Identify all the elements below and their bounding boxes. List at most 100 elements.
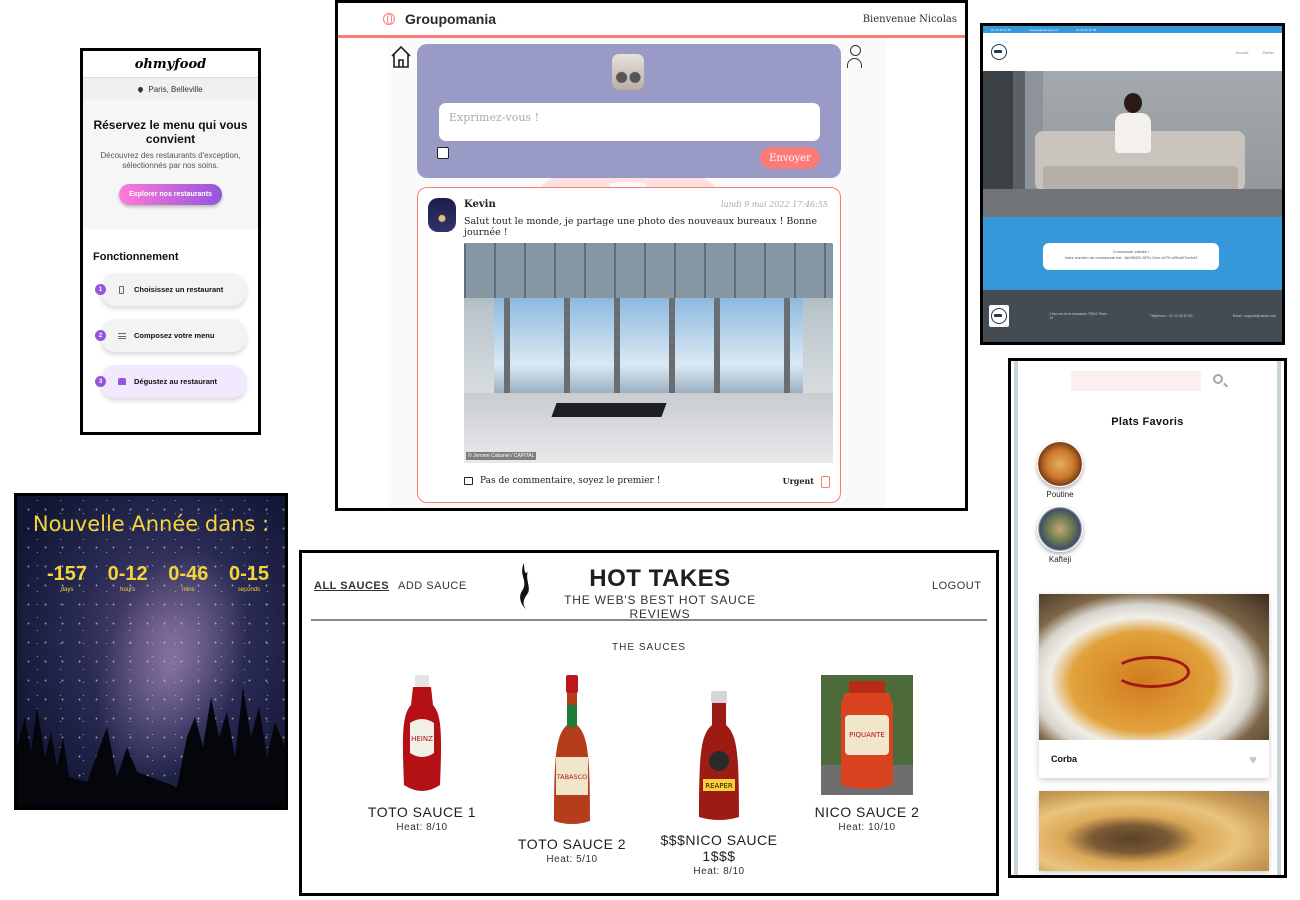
post-card: Kevin lundi 9 mai 2022 17:46:55 Salut to… (417, 187, 841, 503)
brand[interactable]: Groupomania (383, 11, 496, 27)
hours-value: 0-12 (107, 563, 148, 585)
comments-text[interactable]: Pas de commentaire, soyez le premier ! (480, 476, 660, 486)
sauce-card[interactable]: HEINZ TOTO SAUCE 1 Heat: 8/10 (362, 675, 482, 833)
footer: Cinq rue de la chaussée 75010 Paris 10 T… (983, 290, 1282, 342)
sauce-card[interactable]: PIQUANTE NICO SAUCE 2 Heat: 10/10 (802, 675, 932, 833)
favorite-item[interactable]: Kafteji (1035, 506, 1085, 564)
countdown-mins: 0-46 mins (160, 563, 216, 593)
explore-button[interactable]: Explorer nos restaurants (119, 184, 222, 205)
sauce-heat: Heat: 8/10 (693, 866, 745, 877)
footer-address: Cinq rue de la chaussée 75010 Paris 10 (1049, 312, 1107, 320)
post-photo: © Jerome Cabanel / CAPITAL (464, 243, 833, 463)
post-text: Salut tout le monde, je partage une phot… (464, 216, 817, 238)
dish-card[interactable] (1039, 791, 1269, 871)
list-icon (117, 332, 126, 339)
favorite-name: Kafteji (1048, 555, 1072, 564)
countdown-days: -157 days (39, 563, 95, 593)
sauce-name: $$$NICO SAUCE 1$$$ (660, 832, 778, 864)
step-number: 3 (95, 376, 106, 387)
step-label: Composez votre menu (134, 331, 215, 340)
seconds-value: 0-15 (228, 563, 269, 585)
countdown-units: -157 days 0-12 hours 0-46 mins 0-15 seco… (39, 563, 277, 593)
countdown-panel: Nouvelle Année dans : -157 days 0-12 hou… (14, 493, 288, 810)
post-input[interactable]: Exprimez-vous ! (439, 103, 820, 141)
sauce-card[interactable]: REAPER $$$NICO SAUCE 1$$$ Heat: 8/10 (654, 691, 784, 877)
days-label: days (60, 587, 74, 593)
footer-logo (989, 305, 1009, 327)
nav-links: Accueil Panier (1236, 50, 1274, 55)
mins-value: 0-46 (168, 563, 209, 585)
footer-phone: Téléphone : 01 23 45 67 89 (1149, 314, 1193, 318)
hours-label: hours (120, 587, 136, 593)
author-avatar (428, 198, 456, 232)
ohmyfood-panel: ohmyfood Paris, Belleville Réservez le m… (80, 48, 261, 435)
photo-credit: © Jerome Cabanel / CAPITAL (466, 452, 537, 460)
page-title: HOT TAKES (589, 565, 731, 592)
flame-logo-icon (520, 563, 529, 609)
seconds-label: seconds (237, 587, 261, 593)
step-number: 2 (95, 330, 106, 341)
globe-icon (383, 13, 395, 25)
nav-add-sauce[interactable]: ADD SAUCE (398, 580, 467, 592)
site-logo[interactable] (991, 44, 1007, 60)
search-icon[interactable] (1213, 374, 1223, 384)
sauce-name: TOTO SAUCE 2 (517, 836, 627, 852)
order-number: Votre numéro de commande est : 8e2f8420-… (1064, 255, 1198, 260)
send-button[interactable]: Envoyer (760, 147, 820, 169)
nav-all-sauces[interactable]: ALL SAUCES (314, 580, 389, 592)
step-card[interactable]: 1 Choisissez un restaurant (95, 273, 246, 306)
urgent-label: Urgent (782, 476, 814, 486)
sauce-heat: Heat: 5/10 (546, 854, 598, 865)
dish-card-footer: Corba ♥ (1039, 740, 1269, 778)
urgent-checkbox[interactable] (821, 476, 830, 488)
mins-label: mins (181, 587, 195, 593)
ohmyfood-logo[interactable]: ohmyfood (83, 51, 258, 78)
favorite-item[interactable]: Poutine (1035, 441, 1085, 499)
sauce-image: REAPER (699, 691, 739, 820)
sauce-heat: Heat: 10/10 (838, 822, 896, 833)
hero-title: Réservez le menu qui vous convient (93, 118, 248, 146)
svg-text:PIQUANTE: PIQUANTE (849, 731, 885, 739)
hottakes-panel: ALL SAUCES ADD SAUCE HOT TAKES THE WEB'S… (299, 550, 999, 896)
confirmation-message: Commande validée ! Votre numéro de comma… (1043, 243, 1219, 270)
svg-text:REAPER: REAPER (705, 782, 733, 790)
top-email: support@eternity.com (1029, 27, 1059, 32)
countdown-title: Nouvelle Année dans : (32, 512, 270, 536)
home-icon[interactable] (390, 45, 412, 69)
heart-icon[interactable]: ♥ (1249, 752, 1257, 767)
comment-icon[interactable] (464, 477, 473, 485)
plats-frame: Plats Favoris Poutine Kafteji Corba ♥ (1014, 361, 1281, 875)
user-profile-icon[interactable] (847, 45, 863, 71)
step-label: Choisissez un restaurant (134, 285, 224, 294)
sauce-image: TABASCO (554, 675, 590, 824)
countdown-seconds: 0-15 seconds (221, 563, 277, 593)
step-card[interactable]: 2 Composez votre menu (95, 319, 246, 352)
nav-home[interactable]: Accueil (1236, 50, 1249, 55)
favorite-name: Poutine (1046, 490, 1074, 499)
welcome-text: Bienvenue Nicolas (862, 13, 957, 25)
dish-image (1039, 594, 1269, 740)
hero-image (983, 71, 1282, 217)
image-upload-icon[interactable] (437, 147, 449, 159)
top-phone-2: 01 23 45 67 89 (1076, 27, 1097, 32)
sauce-card[interactable]: TABASCO TOTO SAUCE 2 Heat: 5/10 (507, 675, 637, 865)
groupomania-panel: Groupomania Bienvenue Nicolas Exprimez-v… (335, 0, 968, 511)
top-phone: 01 23 45 67 89 (991, 27, 1012, 32)
logout-button[interactable]: LOGOUT (932, 580, 981, 592)
sauce-heat: Heat: 8/10 (396, 822, 448, 833)
sauce-name: NICO SAUCE 2 (814, 804, 920, 820)
hero-section: Réservez le menu qui vous convient Décou… (83, 100, 258, 229)
step-card[interactable]: 3 Dégustez au restaurant (95, 365, 246, 398)
tree-silhouettes (17, 687, 285, 807)
avatar (612, 54, 644, 90)
navbar: Accueil Panier (983, 33, 1282, 71)
favorites-title: Plats Favoris (1111, 416, 1184, 428)
search-input[interactable] (1071, 371, 1201, 391)
hero-text: Découvrez des restaurants d'exception, s… (100, 151, 241, 170)
how-it-works-section: Fonctionnement 1 Choisissez un restauran… (83, 229, 258, 398)
new-post-composer: Exprimez-vous ! Envoyer (417, 44, 841, 178)
dish-card[interactable]: Corba ♥ (1039, 594, 1269, 778)
nav-cart[interactable]: Panier (1262, 50, 1274, 55)
sauce-image: HEINZ (402, 675, 442, 791)
step-label: Dégustez au restaurant (134, 377, 217, 386)
